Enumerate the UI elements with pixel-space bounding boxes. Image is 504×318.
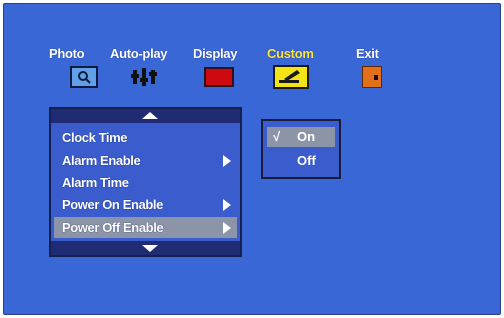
magnifier-icon[interactable]: [70, 66, 98, 88]
menu-item-label: Alarm Enable: [62, 153, 141, 168]
menu-item-label: Power On Enable: [62, 197, 163, 212]
custom-menu: Clock Time Alarm Enable Alarm Time Power…: [49, 107, 242, 257]
pencil-icon[interactable]: [273, 65, 309, 89]
nav-exit-label[interactable]: Exit: [356, 46, 379, 61]
nav-display-label[interactable]: Display: [193, 46, 237, 61]
chevron-right-icon: [223, 199, 231, 211]
option-off[interactable]: Off: [267, 151, 335, 171]
option-label: On: [297, 129, 316, 144]
sliders-icon[interactable]: [131, 66, 157, 88]
menu-item-clock-time[interactable]: Clock Time: [54, 127, 237, 148]
menu-item-label: Power Off Enable: [62, 220, 164, 235]
option-on[interactable]: √ On: [267, 127, 335, 147]
nav-autoplay-label[interactable]: Auto-play: [110, 46, 168, 61]
checkmark-icon: √: [273, 129, 281, 144]
option-label: Off: [297, 153, 316, 168]
scroll-down-bar[interactable]: [51, 241, 240, 255]
arrow-down-icon[interactable]: [142, 245, 158, 252]
on-off-submenu: √ On Off: [261, 119, 341, 179]
nav-photo-label[interactable]: Photo: [49, 46, 85, 61]
door-icon[interactable]: [362, 66, 382, 88]
chevron-right-icon: [223, 222, 231, 234]
scroll-up-bar[interactable]: [51, 109, 240, 123]
screen-icon[interactable]: [204, 67, 234, 87]
menu-item-alarm-enable[interactable]: Alarm Enable: [54, 150, 237, 171]
arrow-up-icon[interactable]: [142, 112, 158, 119]
osd-screen: Photo Auto-play Display Custom Exit Cloc…: [3, 3, 501, 315]
chevron-right-icon: [223, 155, 231, 167]
menu-item-alarm-time[interactable]: Alarm Time: [54, 172, 237, 193]
menu-item-power-on-enable[interactable]: Power On Enable: [54, 194, 237, 215]
menu-item-power-off-enable[interactable]: Power Off Enable: [54, 217, 237, 238]
menu-item-label: Alarm Time: [62, 175, 129, 190]
menu-item-label: Clock Time: [62, 130, 128, 145]
nav-custom-label[interactable]: Custom: [267, 46, 314, 61]
